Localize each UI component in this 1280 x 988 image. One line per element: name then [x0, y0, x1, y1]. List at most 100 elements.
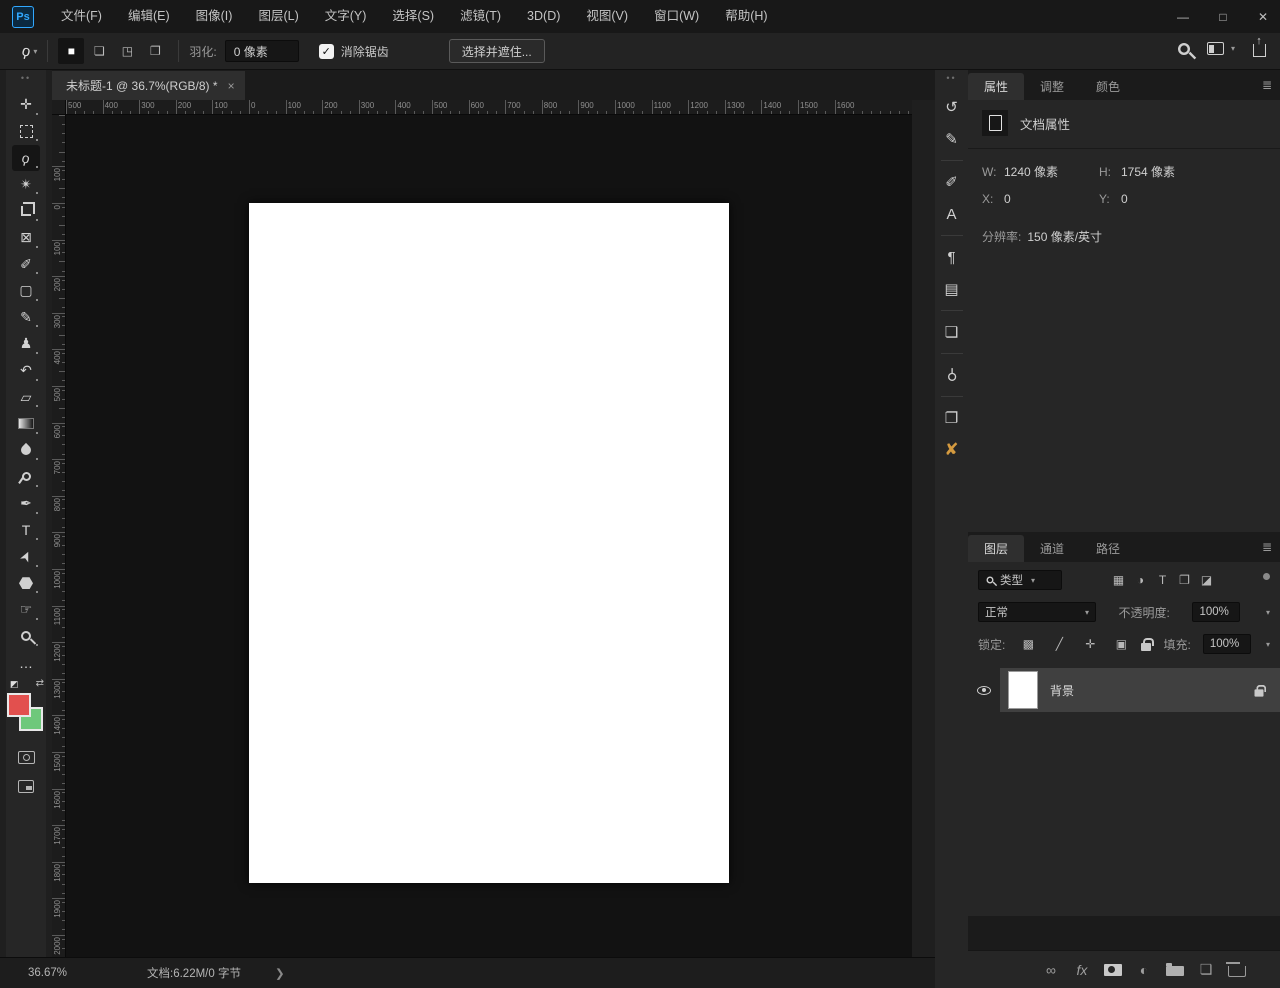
lock-artboard-icon[interactable]: ▣: [1110, 634, 1132, 654]
menu-item[interactable]: 图层(L): [245, 0, 311, 33]
blend-mode-select[interactable]: 正常 ▾: [978, 602, 1096, 622]
tab-调整[interactable]: 调整: [1024, 73, 1080, 100]
toolbox-grip[interactable]: ••: [21, 73, 31, 83]
dock-expand-icon[interactable]: ••: [946, 73, 956, 83]
anti-alias-control[interactable]: ✓ 消除锯齿: [318, 43, 389, 60]
document-canvas[interactable]: [249, 203, 729, 883]
tool-preset-picker[interactable]: ϙ ▾: [20, 42, 37, 61]
status-chevron-icon[interactable]: ❯: [275, 966, 285, 980]
menu-item[interactable]: 滤镜(T): [447, 0, 514, 33]
type-tool[interactable]: T: [12, 517, 40, 543]
feather-input[interactable]: 0 像素: [224, 40, 299, 62]
layer-row[interactable]: 背景: [968, 668, 1280, 712]
lasso-tool[interactable]: ϙ: [12, 144, 40, 171]
tab-颜色[interactable]: 颜色: [1080, 73, 1136, 100]
menu-item[interactable]: 图像(I): [183, 0, 246, 33]
paragraph-panel-icon[interactable]: ¶: [940, 245, 964, 269]
zoom-tool[interactable]: [12, 623, 40, 649]
layer-styles-icon[interactable]: fx: [1073, 962, 1091, 978]
menu-item[interactable]: 文字(Y): [312, 0, 380, 33]
tab-路径[interactable]: 路径: [1080, 535, 1136, 562]
workspace-switcher[interactable]: ▾: [1206, 42, 1235, 55]
character-panel-icon[interactable]: A: [940, 202, 964, 226]
path-select-tool[interactable]: ➤: [12, 544, 40, 570]
lock-image-pixels-icon[interactable]: ╱: [1048, 634, 1070, 654]
blur-tool[interactable]: [12, 437, 40, 463]
new-group-icon[interactable]: [1166, 963, 1184, 976]
resolution-value[interactable]: 150 像素/英寸: [1027, 228, 1102, 245]
tab-图层[interactable]: 图层: [968, 535, 1025, 562]
new-selection-button[interactable]: ■: [58, 38, 85, 64]
tab-通道[interactable]: 通道: [1024, 535, 1080, 562]
width-value[interactable]: 1240 像素: [1004, 163, 1099, 180]
frame-tool[interactable]: ⊠: [12, 225, 40, 251]
menu-item[interactable]: 编辑(E): [115, 0, 183, 33]
add-to-selection-button[interactable]: ❏: [86, 38, 112, 64]
add-layer-mask-icon[interactable]: [1104, 963, 1122, 976]
brushes-panel-icon[interactable]: ✐: [940, 170, 964, 194]
intersect-selection-button[interactable]: ❐: [142, 38, 168, 64]
x-value[interactable]: 0: [1004, 192, 1099, 206]
eraser-tool[interactable]: ▱: [12, 384, 40, 410]
delete-layer-icon[interactable]: [1226, 962, 1246, 977]
opacity-value[interactable]: 100%: [1192, 602, 1241, 622]
menu-item[interactable]: 3D(D): [514, 0, 573, 33]
filter-adjustment-layers-icon[interactable]: ◑: [1130, 570, 1152, 590]
y-value[interactable]: 0: [1121, 192, 1128, 206]
document-tab[interactable]: 未标题-1 @ 36.7%(RGB/8) * ×: [52, 71, 245, 100]
plugin-panel-icon[interactable]: ✘: [940, 438, 964, 462]
marquee-tool[interactable]: [12, 118, 40, 144]
horizontal-ruler[interactable]: 500 400 300 200 100 0 100 200 300 400 500 600 700 800…: [66, 100, 912, 115]
anti-alias-checkbox[interactable]: ✓: [318, 43, 334, 59]
link-layers-icon[interactable]: ∞: [1042, 962, 1060, 978]
filter-pixel-layers-icon[interactable]: ▦: [1108, 570, 1130, 590]
history-brush-tool[interactable]: ↶: [12, 358, 40, 384]
foreground-color-swatch[interactable]: [7, 692, 31, 717]
layer-filter-kind-select[interactable]: 类型 ▾: [978, 570, 1062, 590]
move-tool[interactable]: ✛: [12, 92, 40, 118]
layer-thumbnail[interactable]: [1008, 671, 1038, 709]
shape-tool[interactable]: [12, 570, 40, 596]
lock-position-icon[interactable]: ✛: [1079, 634, 1101, 654]
fill-value[interactable]: 100%: [1202, 634, 1251, 654]
maximize-button[interactable]: □: [1216, 10, 1230, 24]
panel-menu-icon[interactable]: ≣: [1262, 78, 1272, 92]
healing-brush-tool[interactable]: ▢: [12, 278, 40, 304]
new-adjustment-layer-icon[interactable]: ◐: [1135, 962, 1153, 978]
learn-panel-icon[interactable]: ⚲: [940, 363, 964, 387]
filter-toggle-icon[interactable]: [1263, 572, 1270, 580]
menu-item[interactable]: 选择(S): [379, 0, 447, 33]
pasteboard[interactable]: [66, 115, 912, 957]
screen-mode-button[interactable]: [18, 779, 34, 793]
eyedropper-tool[interactable]: ✐: [12, 251, 40, 277]
gradient-tool[interactable]: [12, 411, 40, 437]
close-tab-icon[interactable]: ×: [228, 79, 235, 93]
swap-colors-icon[interactable]: ⇄: [36, 678, 44, 689]
menu-item[interactable]: 文件(F): [48, 0, 115, 33]
vertical-ruler[interactable]: 100 0 100 200 300 400 500 600 700 800 900 1000 1100 1…: [52, 115, 66, 957]
select-and-mask-button[interactable]: 选择并遮住...: [448, 39, 545, 63]
quick-mask-mode-button[interactable]: [17, 750, 35, 764]
libraries-panel-icon[interactable]: ▤: [940, 277, 964, 301]
tab-属性[interactable]: 属性: [968, 73, 1025, 100]
adjustments-panel-icon[interactable]: ❏: [940, 320, 964, 344]
lock-all-icon[interactable]: [1141, 637, 1154, 651]
menu-item[interactable]: 视图(V): [573, 0, 641, 33]
new-layer-icon[interactable]: ❏: [1197, 961, 1215, 978]
panel-menu-icon[interactable]: ≣: [1262, 540, 1272, 554]
clone-stamp-tool[interactable]: ♟: [12, 331, 40, 357]
search-icon[interactable]: [1177, 42, 1190, 55]
chevron-down-icon[interactable]: ▾: [1266, 640, 1270, 649]
layer-visibility-eye-icon[interactable]: [977, 685, 991, 695]
zoom-level-field[interactable]: 36.67%: [28, 967, 67, 979]
crop-tool[interactable]: [12, 198, 40, 224]
pen-tool[interactable]: ✒: [12, 491, 40, 517]
chevron-down-icon[interactable]: ▾: [1266, 608, 1270, 617]
minimize-button[interactable]: —: [1176, 10, 1190, 24]
hand-tool[interactable]: ☞: [12, 597, 40, 623]
dodge-tool[interactable]: [12, 464, 40, 490]
brush-tool[interactable]: ✎: [12, 304, 40, 330]
filter-type-layers-icon[interactable]: T: [1152, 570, 1174, 590]
layer-lock-icon[interactable]: [1254, 684, 1266, 697]
edit-toolbar-button[interactable]: …: [12, 650, 40, 676]
